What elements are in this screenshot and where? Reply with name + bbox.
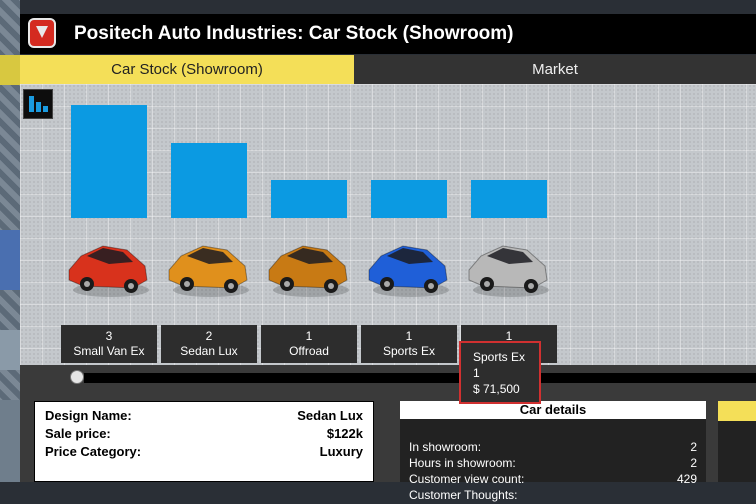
chart-icon-bar xyxy=(29,96,34,112)
title-bar: Positech Auto Industries: Car Stock (Sho… xyxy=(20,14,756,54)
car-stock-label[interactable]: 3 Small Van Ex xyxy=(61,325,157,363)
car-model-icon[interactable] xyxy=(263,230,353,302)
sale-price-row: Sale price: $122k xyxy=(45,426,363,444)
car-model-icon[interactable] xyxy=(463,230,553,302)
car-stock-label[interactable]: 2 Sedan Lux xyxy=(161,325,257,363)
hours-in-showroom-label: Hours in showroom: xyxy=(409,456,516,470)
world-tank xyxy=(0,330,20,370)
scrollbar-thumb[interactable] xyxy=(70,370,84,384)
sale-price-label: Sale price: xyxy=(45,426,111,441)
bar-chart-icon[interactable] xyxy=(23,89,53,119)
world-building xyxy=(0,400,20,482)
hours-in-showroom-value: 2 xyxy=(690,456,697,470)
stock-bar[interactable] xyxy=(371,180,447,218)
car-stock-label[interactable]: 1 Offroad xyxy=(261,325,357,363)
car-model-name: Offroad xyxy=(289,344,329,358)
chart-icon-bar xyxy=(43,106,48,112)
tab-car-stock[interactable]: Car Stock (Showroom) xyxy=(20,55,354,84)
price-category-value: Luxury xyxy=(319,444,363,459)
side-panel-body xyxy=(718,421,756,482)
customer-view-count-value: 429 xyxy=(676,472,697,486)
world-road xyxy=(0,55,20,85)
car-model-icon[interactable] xyxy=(163,230,253,302)
stock-bar[interactable] xyxy=(471,180,547,218)
window-title: Positech Auto Industries: Car Stock (Sho… xyxy=(74,23,514,44)
design-name-value: Sedan Lux xyxy=(297,408,363,423)
stock-bar[interactable] xyxy=(271,180,347,218)
customer-view-count-row: Customer view count: 429 xyxy=(409,472,697,488)
side-panel-header[interactable] xyxy=(718,401,756,421)
in-showroom-label: In showroom: xyxy=(409,440,482,454)
company-logo-icon xyxy=(28,18,56,48)
hours-in-showroom-row: Hours in showroom: 2 xyxy=(409,456,697,472)
design-info-box: Design Name: Sedan Lux Sale price: $122k… xyxy=(34,401,374,482)
car-tooltip: Sports Ex 1 $ 71,500 xyxy=(459,341,541,404)
sale-price-value: $122k xyxy=(326,426,363,441)
price-category-row: Price Category: Luxury xyxy=(45,444,363,462)
design-name-label: Design Name: xyxy=(45,408,132,423)
car-details-panel: Car details In showroom: 2 Hours in show… xyxy=(400,401,706,502)
stock-bar[interactable] xyxy=(71,104,147,218)
stock-count: 3 xyxy=(105,329,113,343)
scrollbar-track[interactable] xyxy=(84,373,756,383)
car-model-name: Small Van Ex xyxy=(73,344,145,358)
stock-bar[interactable] xyxy=(171,142,247,218)
tooltip-price: $ 71,500 xyxy=(473,382,520,396)
customer-view-count-label: Customer view count: xyxy=(409,472,525,486)
tab-bar: Car Stock (Showroom) Market xyxy=(20,55,756,84)
game-world-background xyxy=(0,0,20,482)
showroom-chart-panel: 3 Small Van Ex 2 Sedan Lux 1 Offroad 1 Sports E… xyxy=(20,84,756,365)
customer-thoughts-row: Customer Thoughts: xyxy=(409,488,697,504)
horizontal-scrollbar xyxy=(20,365,756,387)
stock-count: 2 xyxy=(205,329,213,343)
stock-count: 1 xyxy=(405,329,413,343)
design-name-row: Design Name: Sedan Lux xyxy=(45,408,363,426)
customer-thoughts-label: Customer Thoughts: xyxy=(409,488,518,502)
car-stock-label[interactable]: 1 Sports Ex xyxy=(361,325,457,363)
tooltip-name: Sports Ex xyxy=(473,350,526,364)
car-details-title: Car details xyxy=(400,401,706,419)
lower-info-area: Design Name: Sedan Lux Sale price: $122k… xyxy=(20,387,756,502)
stock-count: 1 xyxy=(305,329,313,343)
car-model-name: Sedan Lux xyxy=(180,344,238,358)
world-building xyxy=(0,230,20,290)
in-showroom-row: In showroom: 2 xyxy=(409,440,697,456)
tooltip-count: 1 xyxy=(473,366,480,380)
chart-icon-bar xyxy=(36,102,41,112)
car-model-name: Sports Ex xyxy=(382,344,436,358)
car-model-icon[interactable] xyxy=(63,230,153,302)
tab-market[interactable]: Market xyxy=(354,55,756,84)
price-category-label: Price Category: xyxy=(45,444,142,459)
in-showroom-value: 2 xyxy=(690,440,697,454)
car-model-icon[interactable] xyxy=(363,230,453,302)
